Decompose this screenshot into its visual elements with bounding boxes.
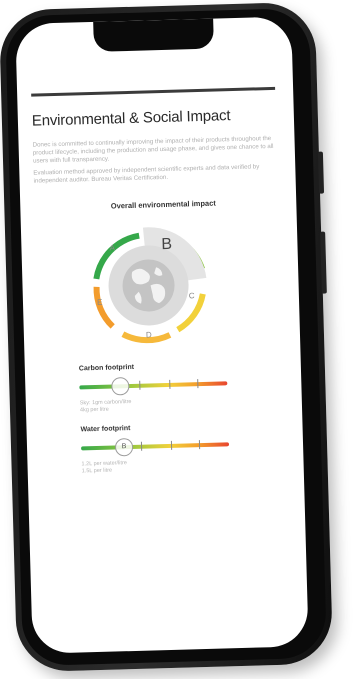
volume-button [317,151,325,194]
intro-paragraph: Donec is committed to continually improv… [32,134,274,166]
impact-heading: Overall environmental impact [110,198,216,211]
carbon-footprint-scale [79,372,228,396]
water-scale-bar [81,442,230,451]
impact-gauge: A B C D E [93,227,207,344]
water-marker: B [114,437,134,457]
grade-c: C [189,291,195,300]
scale-tick [197,379,199,389]
grade-b: B [161,236,172,253]
scale-tick [140,441,143,451]
grade-e: E [97,298,103,307]
power-button [320,231,327,294]
scale-tick [170,440,173,450]
scale-tick [198,440,201,450]
grade-d: D [146,330,152,339]
carbon-footprint-heading: Carbon footprint [78,363,135,373]
grade-a: A [109,243,115,252]
phone-notch [93,18,214,52]
impact-page: Environmental & Social Impact Donec is c… [31,86,288,477]
water-footprint-scale: B [81,433,230,457]
method-paragraph: Evaluation method approved by independen… [33,162,260,185]
phone-frame: Environmental & Social Impact Donec is c… [0,1,334,673]
water-footprint-heading: Water footprint [80,425,131,434]
carbon-marker [111,377,130,396]
carbon-scale-bar [79,381,228,390]
scale-tick [139,380,141,390]
header-rule [31,86,276,97]
scale-tick [169,379,171,389]
phone-screen: Environmental & Social Impact Donec is c… [15,16,309,654]
page-title: Environmental & Social Impact [31,107,231,130]
